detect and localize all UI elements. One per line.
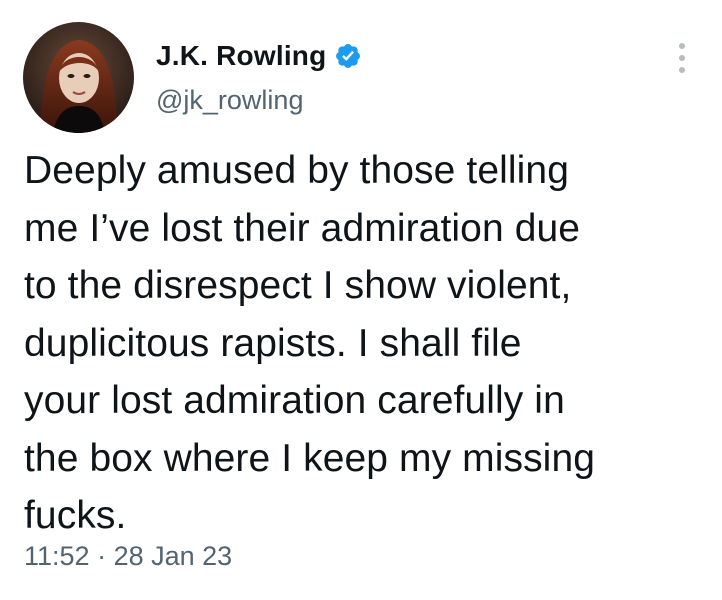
more-dot <box>679 43 685 49</box>
author-row: J.K. Rowling <box>156 36 362 76</box>
avatar[interactable] <box>23 22 134 133</box>
display-name[interactable]: J.K. Rowling <box>156 40 326 72</box>
tweet-text: Deeply amused by those telling me I’ve l… <box>24 149 596 537</box>
avatar-image <box>23 22 134 133</box>
tweet-card: J.K. Rowling @jk_rowling Deeply amused b… <box>0 0 722 600</box>
tweet-time: 11:52 <box>24 541 90 571</box>
more-dot <box>679 55 685 61</box>
author-handle[interactable]: @jk_rowling <box>156 85 303 116</box>
meta-separator: · <box>97 541 107 571</box>
verified-badge-icon <box>334 42 362 70</box>
more-options-icon[interactable] <box>666 36 698 80</box>
tweet-date: 28 Jan 23 <box>113 541 233 571</box>
more-dot <box>679 67 685 73</box>
tweet-timestamp[interactable]: 11:52 · 28 Jan 23 <box>24 541 232 572</box>
